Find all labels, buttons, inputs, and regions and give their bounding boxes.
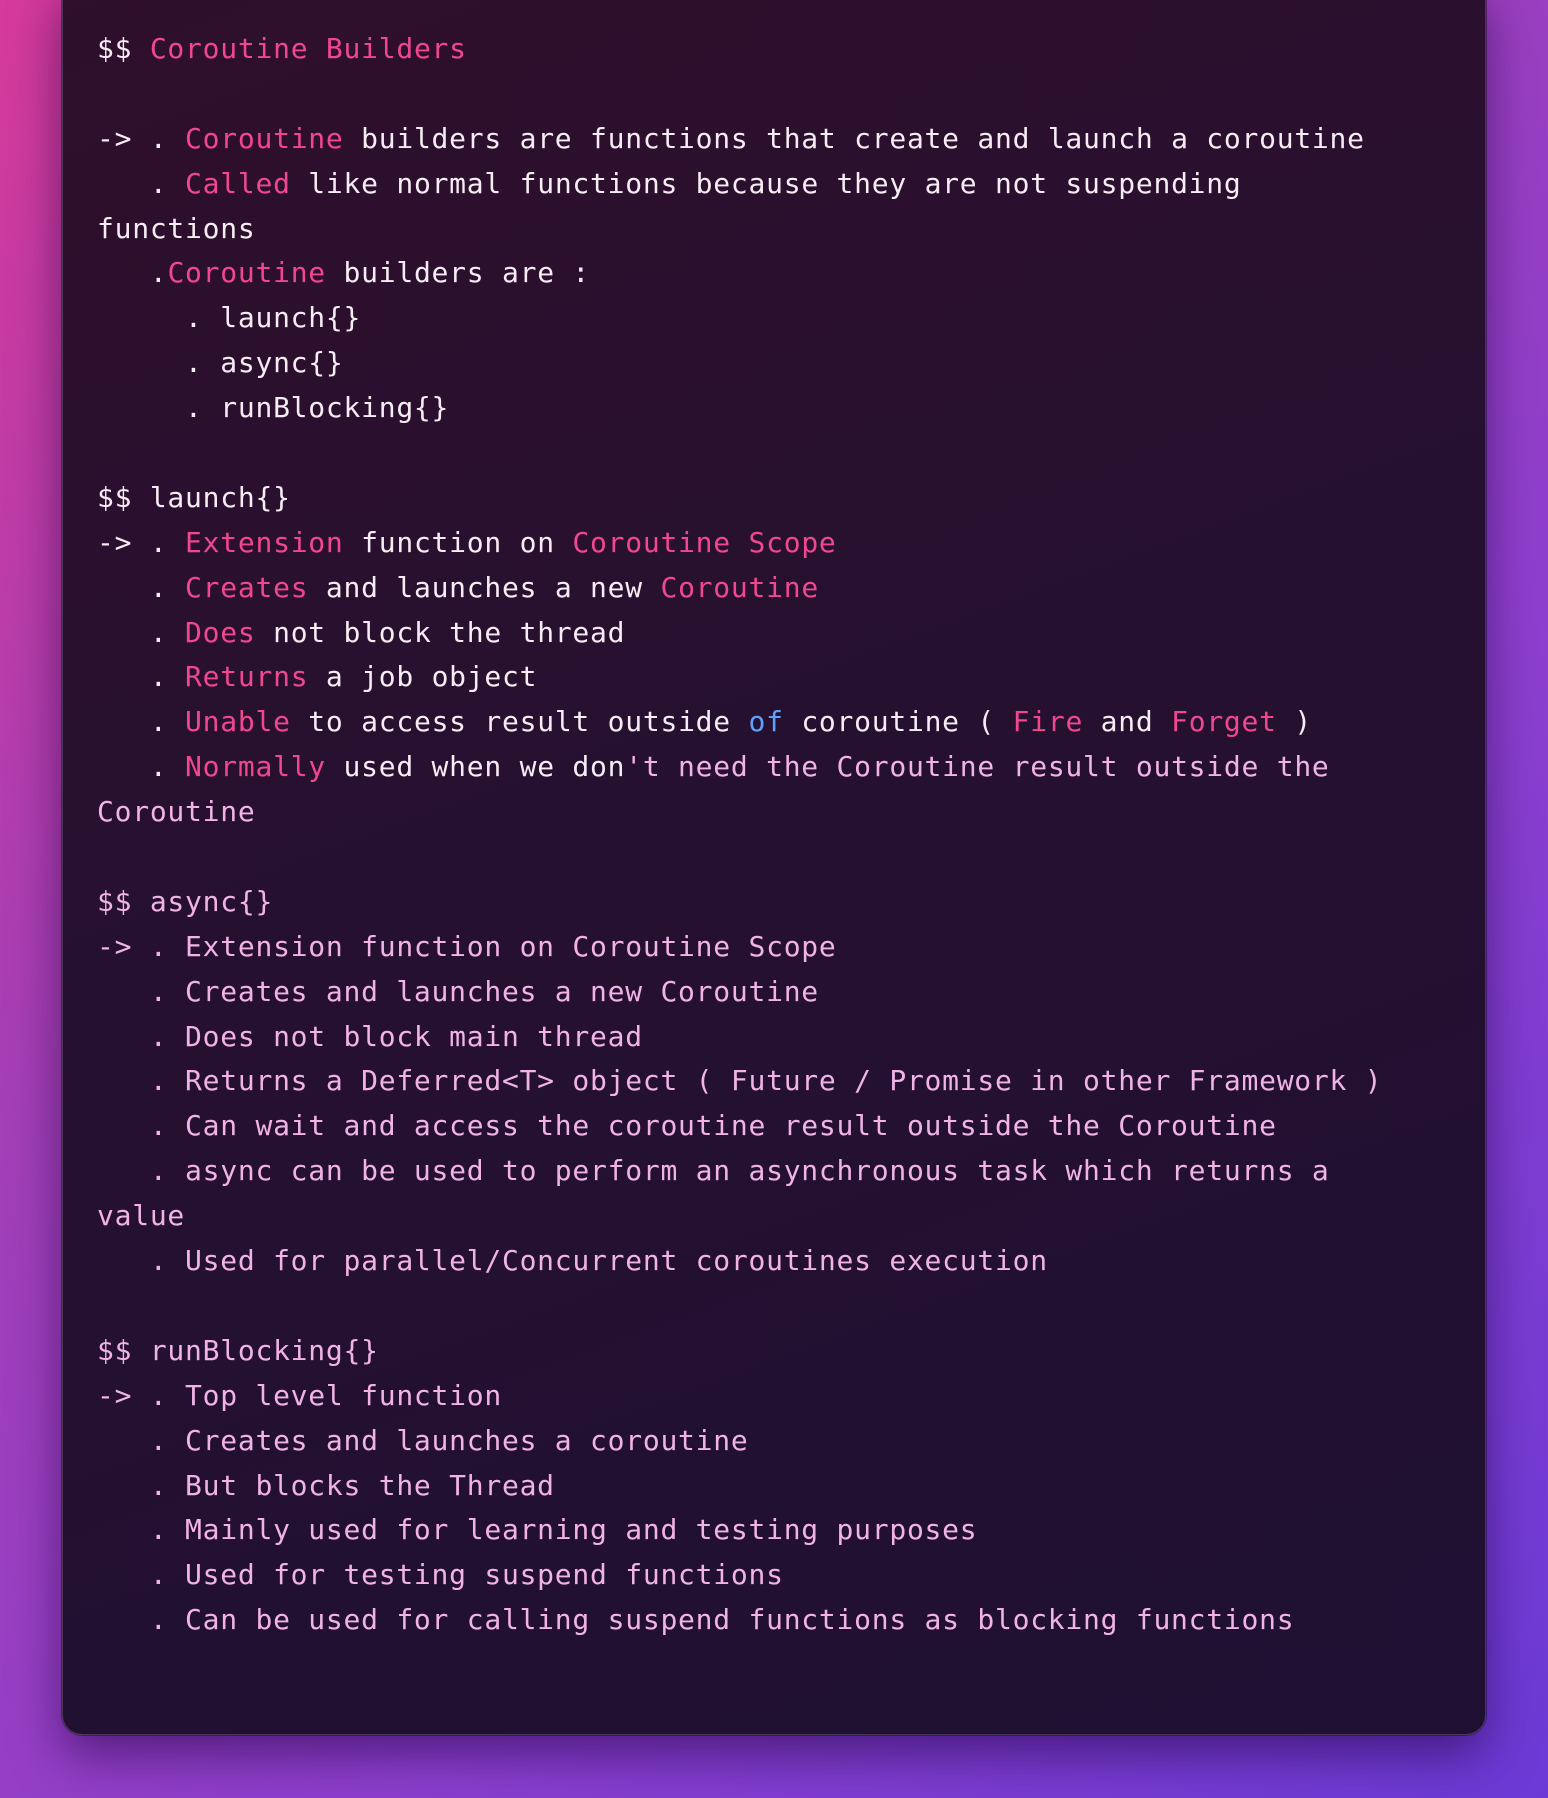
code-token: . Creates and launches a new Coroutine [97,974,819,1008]
code-token: used when we don [325,750,626,784]
code-token: function on [343,525,573,559]
code-token: . [97,750,186,784]
code-line: -> . Extension function on Coroutine Sco… [97,521,1467,566]
code-line: . Creates and launches a new Coroutine [97,970,1467,1015]
code-token: Unable [185,705,291,739]
code-token: Extension [185,525,344,559]
code-token: Coroutine [660,570,819,604]
code-line: . Returns a job object [97,655,1467,700]
code-token: value [97,1199,186,1233]
code-token: Coroutine [97,795,256,829]
code-token: -> . [97,525,186,559]
code-token: like normal functions because they are n… [290,166,1242,200]
code-line: . Called like normal functions because t… [97,162,1467,207]
code-token: Does [185,615,256,649]
code-token: -> . Extension function on Coroutine Sco… [97,929,837,963]
code-token: Fire [1012,705,1084,739]
code-token: Returns [185,660,309,694]
code-line: $$ async{} [97,880,1467,925]
code-token: . Mainly used for learning and testing p… [97,1513,978,1547]
code-token: . async can be used to perform an asynch… [97,1154,1330,1188]
code-line: . Returns a Deferred<T> object ( Future … [97,1059,1467,1104]
code-line: $$ Coroutine Builders [97,27,1467,72]
code-line: . Can be used for calling suspend functi… [97,1598,1467,1643]
code-line: $$ launch{} [97,476,1467,521]
code-token: Coroutine [185,121,344,155]
code-token: . [97,570,186,604]
code-token: . But blocks the Thread [97,1468,555,1502]
code-token: of [748,705,784,739]
code-line: -> . Coroutine builders are functions th… [97,117,1467,162]
code-token: Called [185,166,291,200]
code-token: . Creates and launches a coroutine [97,1423,749,1457]
code-token: builders are : [325,256,591,290]
code-token: and [1083,705,1172,739]
code-window: $$ Coroutine Builders -> . Coroutine buil… [62,0,1486,1735]
code-line: -> . Extension function on Coroutine Sco… [97,925,1467,970]
code-line: value [97,1194,1467,1239]
code-token: -> . Top level function [97,1378,502,1412]
code-token: $$ async{} [97,884,274,918]
code-line: . Does not block main thread [97,1015,1467,1060]
code-line: . But blocks the Thread [97,1464,1467,1509]
code-token: . runBlocking{} [97,391,450,425]
code-token: . async{} [97,346,344,380]
code-token: -> . [97,121,186,155]
code-editor[interactable]: $$ Coroutine Builders -> . Coroutine buil… [97,27,1467,1643]
code-token: . [97,256,168,290]
code-token: . Used for testing suspend functions [97,1558,784,1592]
code-token: 't need the Coroutine result outside the [625,750,1330,784]
code-token: . [97,660,186,694]
code-line: . Used for testing suspend functions [97,1553,1467,1598]
code-line: . Used for parallel/Concurrent coroutine… [97,1239,1467,1284]
code-line: . Creates and launches a new Coroutine [97,566,1467,611]
code-line: Coroutine [97,790,1467,835]
code-token: coroutine ( [783,705,1013,739]
code-line: . runBlocking{} [97,386,1467,431]
code-token: . Can wait and access the coroutine resu… [97,1109,1277,1143]
code-token: a job object [308,660,538,694]
code-token: Coroutine Builders [149,32,467,65]
code-line: . Can wait and access the coroutine resu… [97,1104,1467,1149]
code-token: . [97,615,186,649]
code-token: . [97,705,186,739]
code-line: -> . Top level function [97,1374,1467,1419]
code-line: .Coroutine builders are : [97,251,1467,296]
code-line: . Unable to access result outside of cor… [97,700,1467,745]
code-token: $$ [97,32,150,65]
code-line: . Mainly used for learning and testing p… [97,1508,1467,1553]
code-token: functions [97,211,256,245]
code-token: $$ launch{} [97,480,291,514]
code-token: . [97,166,186,200]
code-token: . Returns a Deferred<T> object ( Future … [97,1064,1383,1098]
code-token: Coroutine Scope [572,525,837,559]
code-token: Creates [185,570,309,604]
code-token: Normally [185,750,326,784]
code-line: . Normally used when we don't need the C… [97,745,1467,790]
code-token: and launches a new [308,570,661,604]
code-token: . launch{} [97,301,362,335]
code-token: $$ runBlocking{} [97,1333,379,1367]
code-token: . Does not block main thread [97,1019,643,1053]
code-line: . launch{} [97,296,1467,341]
code-line: . async{} [97,341,1467,386]
code-token: . Used for parallel/Concurrent coroutine… [97,1244,1048,1278]
code-line: $$ runBlocking{} [97,1329,1467,1374]
code-token: ) [1276,705,1312,739]
code-token: Forget [1171,705,1277,739]
code-line: functions [97,207,1467,252]
code-token: Coroutine [167,256,326,290]
code-token: not block the thread [255,615,626,649]
code-token: . Can be used for calling suspend functi… [97,1603,1295,1637]
code-line: . Creates and launches a coroutine [97,1419,1467,1464]
code-line: . async can be used to perform an asynch… [97,1149,1467,1194]
code-line: . Does not block the thread [97,611,1467,656]
code-token: to access result outside [290,705,749,739]
code-token: builders are functions that create and l… [343,121,1365,155]
